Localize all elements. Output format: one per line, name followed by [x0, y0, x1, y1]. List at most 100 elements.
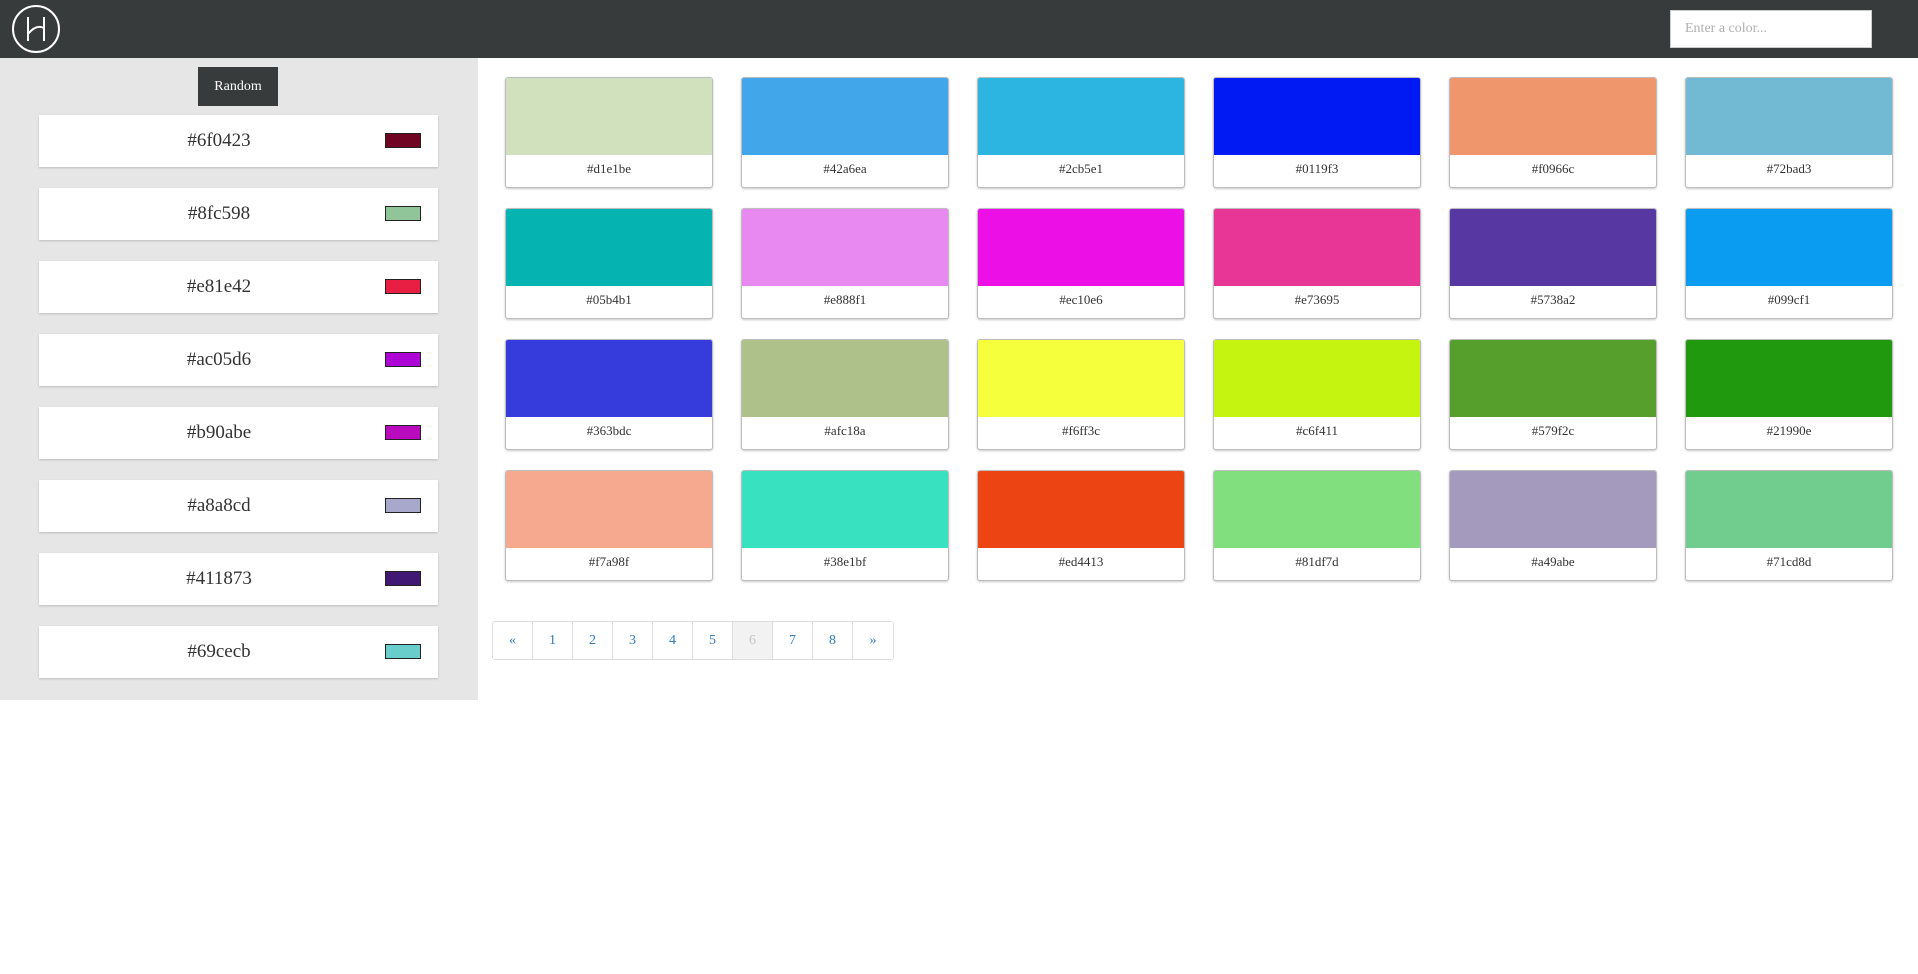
- color-card[interactable]: #2cb5e1: [977, 77, 1185, 188]
- sidebar-color-swatch: [385, 644, 421, 659]
- color-card-swatch: [506, 209, 712, 286]
- sidebar: Random #6f0423 #8fc598 #e81e42 #ac05d6 #b90a…: [0, 58, 478, 700]
- color-card[interactable]: #afc18a: [741, 339, 949, 450]
- color-card-label: #e73695: [1294, 292, 1340, 307]
- sidebar-color-swatch: [385, 425, 421, 440]
- color-card[interactable]: #f0966c: [1449, 77, 1657, 188]
- color-card-label: #05b4b1: [586, 292, 632, 307]
- color-card-swatch: [1214, 209, 1420, 286]
- random-button[interactable]: Random: [198, 67, 278, 106]
- color-card[interactable]: #e888f1: [741, 208, 949, 319]
- color-card[interactable]: #a49abe: [1449, 470, 1657, 581]
- color-card-label: #a49abe: [1531, 554, 1575, 569]
- pagination-page-6: 6: [733, 622, 773, 659]
- color-card-swatch: [1214, 78, 1420, 155]
- color-card-swatch: [978, 340, 1184, 417]
- color-card[interactable]: #72bad3: [1685, 77, 1893, 188]
- sidebar-color-item[interactable]: #8fc598: [39, 188, 438, 240]
- sidebar-color-item[interactable]: #69cecb: [39, 626, 438, 678]
- pagination-prev[interactable]: «: [493, 622, 533, 659]
- sidebar-color-swatch: [385, 206, 421, 221]
- sidebar-color-item[interactable]: #e81e42: [39, 261, 438, 313]
- color-card-swatch: [978, 78, 1184, 155]
- color-card[interactable]: #099cf1: [1685, 208, 1893, 319]
- pagination-page-4[interactable]: 4: [653, 622, 693, 659]
- sidebar-color-item[interactable]: #b90abe: [39, 407, 438, 459]
- color-card[interactable]: #38e1bf: [741, 470, 949, 581]
- color-card[interactable]: #f7a98f: [505, 470, 713, 581]
- sidebar-color-item[interactable]: #411873: [39, 553, 438, 605]
- color-card[interactable]: #21990e: [1685, 339, 1893, 450]
- color-card[interactable]: #579f2c: [1449, 339, 1657, 450]
- color-card-label: #579f2c: [1531, 423, 1575, 438]
- color-card[interactable]: #81df7d: [1213, 470, 1421, 581]
- pagination-next[interactable]: »: [853, 622, 893, 659]
- color-card-label: #5738a2: [1530, 292, 1576, 307]
- sidebar-color-swatch: [385, 571, 421, 586]
- color-card-swatch: [1686, 471, 1892, 548]
- pagination-page-3[interactable]: 3: [613, 622, 653, 659]
- color-card-swatch: [1450, 78, 1656, 155]
- sidebar-color-hex: #411873: [186, 568, 252, 589]
- color-card[interactable]: #71cd8d: [1685, 470, 1893, 581]
- color-card-label: #099cf1: [1767, 292, 1811, 307]
- color-card-swatch: [1686, 340, 1892, 417]
- sidebar-color-hex: #6f0423: [187, 130, 251, 151]
- color-card-label: #f0966c: [1531, 161, 1575, 176]
- color-card-label: #21990e: [1766, 423, 1812, 438]
- color-card-swatch: [506, 78, 712, 155]
- color-card-swatch: [1450, 471, 1656, 548]
- sidebar-color-list: #6f0423 #8fc598 #e81e42 #ac05d6 #b90abe #a8a8…: [39, 115, 438, 699]
- pagination: «1 2 3 4 5 6 7 8»: [492, 621, 894, 660]
- color-search-input[interactable]: [1670, 10, 1872, 48]
- color-card[interactable]: #d1e1be: [505, 77, 713, 188]
- color-card-swatch: [978, 471, 1184, 548]
- color-card-swatch: [506, 471, 712, 548]
- pagination-page-8[interactable]: 8: [813, 622, 853, 659]
- color-card-swatch: [1686, 209, 1892, 286]
- sidebar-color-item[interactable]: #a8a8cd: [39, 480, 438, 532]
- color-card[interactable]: #0119f3: [1213, 77, 1421, 188]
- pagination-page-2[interactable]: 2: [573, 622, 613, 659]
- color-card[interactable]: #e73695: [1213, 208, 1421, 319]
- sidebar-color-item[interactable]: #ac05d6: [39, 334, 438, 386]
- color-card-label: #d1e1be: [586, 161, 632, 176]
- color-card-label: #2cb5e1: [1058, 161, 1104, 176]
- color-card[interactable]: #42a6ea: [741, 77, 949, 188]
- color-card[interactable]: #f6ff3c: [977, 339, 1185, 450]
- color-card[interactable]: #5738a2: [1449, 208, 1657, 319]
- pagination-page-7[interactable]: 7: [773, 622, 813, 659]
- color-card-label: #363bdc: [586, 423, 632, 438]
- sidebar-color-swatch: [385, 498, 421, 513]
- color-card[interactable]: #ec10e6: [977, 208, 1185, 319]
- color-card-swatch: [1214, 471, 1420, 548]
- color-card-label: #ec10e6: [1059, 292, 1103, 307]
- sidebar-color-hex: #69cecb: [187, 641, 251, 662]
- color-card-label: #42a6ea: [823, 161, 867, 176]
- color-card-label: #38e1bf: [823, 554, 867, 569]
- color-card-label: #72bad3: [1766, 161, 1812, 176]
- pagination-page-1[interactable]: 1: [533, 622, 573, 659]
- color-card-swatch: [506, 340, 712, 417]
- sidebar-color-hex: #8fc598: [187, 203, 251, 224]
- color-card-swatch: [1450, 209, 1656, 286]
- color-card[interactable]: #05b4b1: [505, 208, 713, 319]
- color-card[interactable]: #363bdc: [505, 339, 713, 450]
- color-card-swatch: [1686, 78, 1892, 155]
- sidebar-color-hex: #b90abe: [186, 422, 252, 443]
- sidebar-color-swatch: [385, 133, 421, 148]
- top-navbar: [0, 0, 1918, 58]
- color-card-label: #c6f411: [1295, 423, 1339, 438]
- logo-icon[interactable]: [12, 5, 60, 53]
- color-card-swatch: [742, 471, 948, 548]
- color-card-swatch: [1214, 340, 1420, 417]
- sidebar-color-item[interactable]: #6f0423: [39, 115, 438, 167]
- color-card[interactable]: #c6f411: [1213, 339, 1421, 450]
- sidebar-color-hex: #ac05d6: [186, 349, 252, 370]
- color-card-swatch: [742, 209, 948, 286]
- pagination-page-5[interactable]: 5: [693, 622, 733, 659]
- color-card[interactable]: #ed4413: [977, 470, 1185, 581]
- sidebar-color-swatch: [385, 279, 421, 294]
- color-card-swatch: [978, 209, 1184, 286]
- sidebar-color-hex: #a8a8cd: [187, 495, 251, 516]
